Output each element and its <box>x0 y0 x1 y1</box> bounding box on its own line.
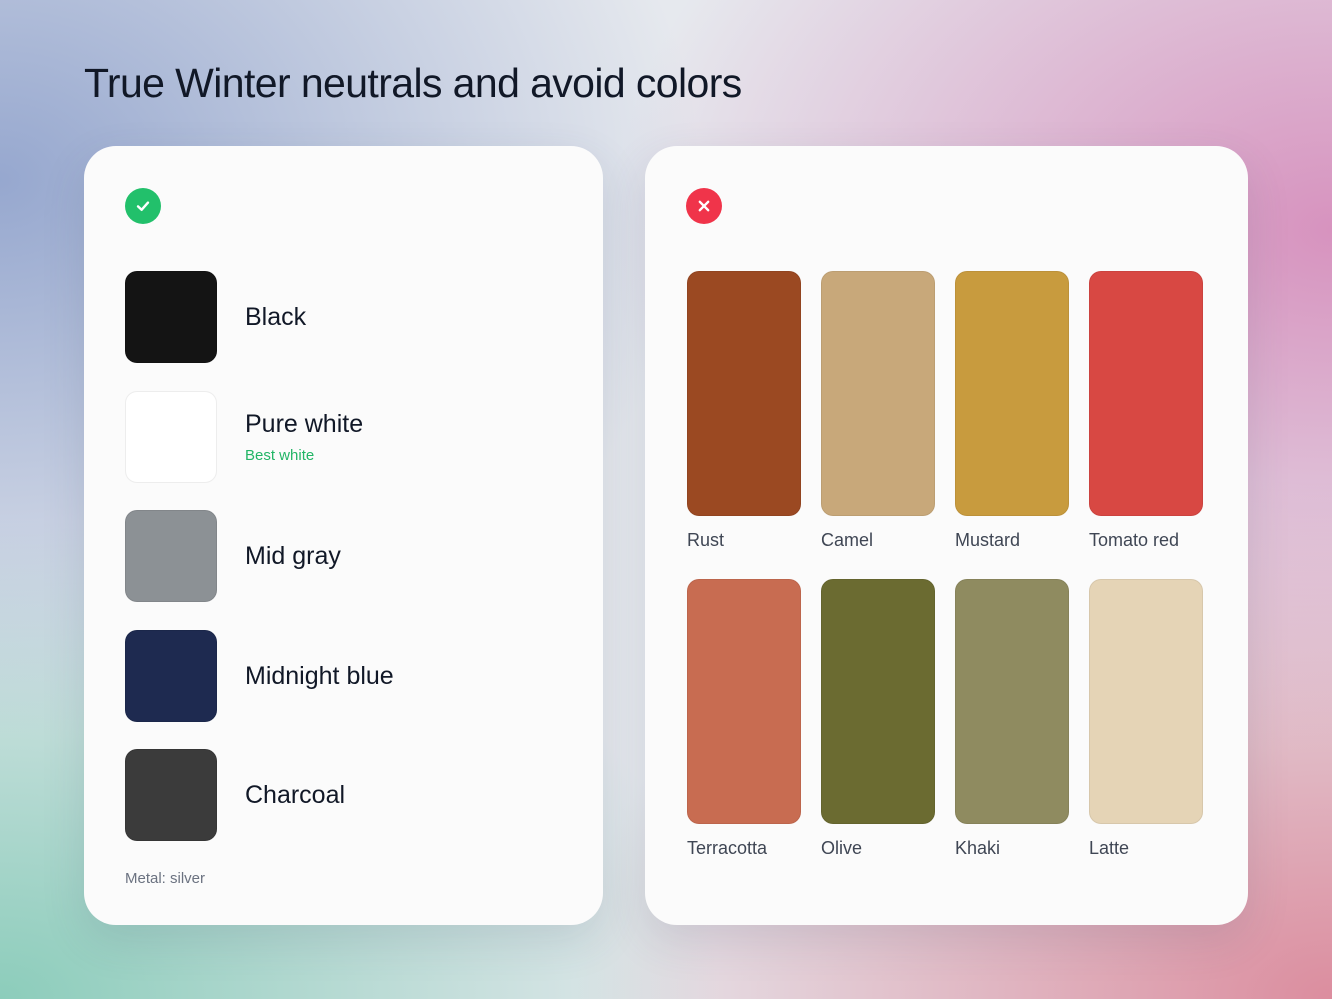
color-swatch <box>687 579 801 824</box>
color-text: Midnight blue <box>245 630 394 722</box>
color-swatch <box>821 271 935 516</box>
color-name: Olive <box>821 838 863 858</box>
color-swatch <box>1089 579 1203 824</box>
avoid-color-item: Olive <box>821 579 935 859</box>
color-name: Rust <box>687 530 725 550</box>
color-swatch <box>955 271 1069 516</box>
avoid-color-item: Rust <box>687 271 801 551</box>
avoid-color-item: Terracotta <box>687 579 801 859</box>
color-text: Pure white Best white <box>245 391 363 483</box>
avoid-color-item: Latte <box>1089 579 1203 859</box>
avoid-colors-grid: Rust Camel Mustard Tomato red Terracotta Oliv… <box>687 271 1203 859</box>
color-swatch <box>821 579 935 824</box>
color-text: Black <box>245 271 306 363</box>
color-name: Charcoal <box>245 781 346 809</box>
page-title: True Winter neutrals and avoid colors <box>84 60 742 106</box>
color-text: Charcoal <box>245 749 345 841</box>
color-swatch <box>125 390 217 483</box>
color-swatch <box>125 749 217 841</box>
color-name: Mustard <box>955 530 1021 550</box>
avoid-colors-panel: Rust Camel Mustard Tomato red Terracotta Oliv… <box>645 146 1248 925</box>
color-text: Mid gray <box>245 510 341 602</box>
color-note: Best white <box>245 446 315 464</box>
x-circle-icon <box>686 188 722 224</box>
color-name: Pure white <box>245 409 364 438</box>
color-swatch <box>1089 271 1203 516</box>
avoid-color-item: Tomato red <box>1089 271 1203 551</box>
color-name: Mid gray <box>245 542 341 570</box>
color-swatch <box>125 629 217 722</box>
color-name: Tomato red <box>1089 530 1180 550</box>
color-name: Terracotta <box>687 838 768 858</box>
color-name: Midnight blue <box>245 661 394 690</box>
avoid-color-item: Mustard <box>955 271 1069 551</box>
color-swatch <box>125 271 217 363</box>
color-name: Camel <box>821 530 874 550</box>
check-circle-icon <box>125 188 161 224</box>
color-swatch <box>687 271 801 516</box>
metal-note: Metal: silver <box>125 870 206 887</box>
color-name: Black <box>245 303 307 331</box>
wear-colors-panel: Black Pure white Best white Mid gray Midnigh… <box>84 146 603 925</box>
avoid-color-item: Khaki <box>955 579 1069 859</box>
color-name: Khaki <box>955 838 1001 858</box>
color-name: Latte <box>1089 838 1130 858</box>
avoid-color-item: Camel <box>821 271 935 551</box>
color-swatch <box>955 579 1069 824</box>
color-swatch <box>125 510 217 602</box>
